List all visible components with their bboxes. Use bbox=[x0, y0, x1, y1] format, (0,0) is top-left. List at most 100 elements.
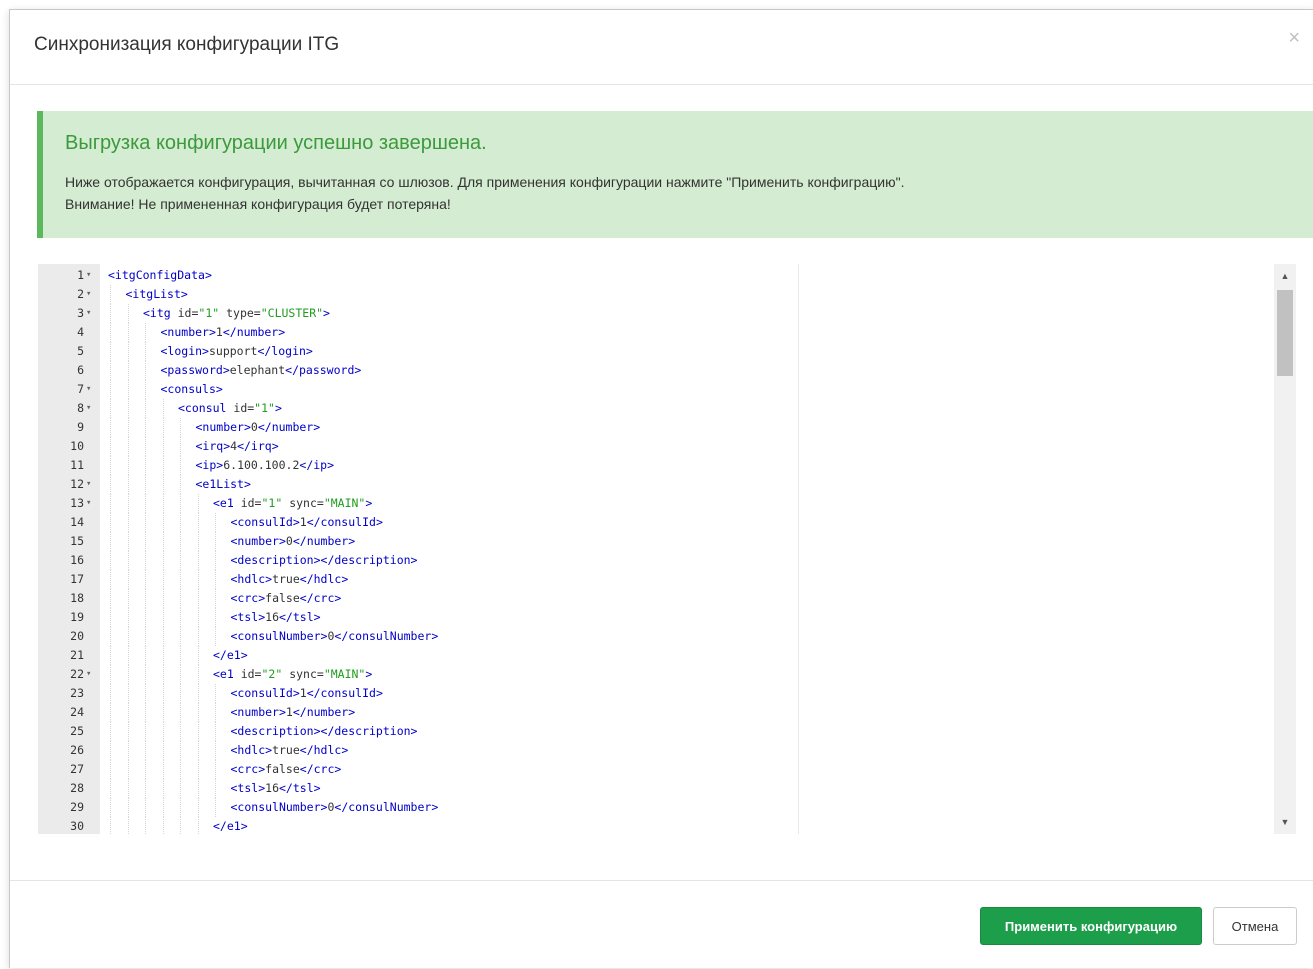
indent-guide bbox=[110, 570, 111, 589]
indent-guide bbox=[110, 779, 111, 798]
code-line: 6 <password>elephant</password> bbox=[38, 361, 1300, 380]
code-text: <e1List> bbox=[195, 477, 251, 491]
fold-toggle-icon[interactable]: ▾ bbox=[86, 266, 96, 285]
indent-guide bbox=[215, 608, 216, 627]
indent-guide bbox=[145, 760, 146, 779]
indent-guide bbox=[127, 551, 129, 570]
code-line: 10 <irq>4</irq> bbox=[38, 437, 1300, 456]
indent-guide bbox=[197, 551, 199, 570]
fold-toggle-icon[interactable]: ▾ bbox=[86, 475, 96, 494]
indent-guide bbox=[197, 760, 199, 779]
indent-guide bbox=[110, 304, 111, 323]
config-code-editor[interactable]: 1 ▾ <itgConfigData> 2 ▾ <itgList> 3 ▾ <itg id="1… bbox=[38, 264, 1300, 834]
editor-scrollbar[interactable]: ▲ ▼ bbox=[1274, 264, 1296, 834]
indent-guide bbox=[197, 627, 199, 646]
indent-guide bbox=[110, 494, 111, 513]
indent-guide bbox=[180, 646, 181, 665]
close-icon[interactable]: × bbox=[1288, 28, 1300, 48]
indent-guide bbox=[145, 437, 146, 456]
line-number: 19 bbox=[70, 610, 84, 624]
scroll-down-arrow-icon[interactable]: ▼ bbox=[1274, 812, 1296, 832]
fold-toggle-icon[interactable]: ▾ bbox=[86, 380, 96, 399]
indent-guide bbox=[180, 779, 181, 798]
fold-toggle-icon[interactable]: ▾ bbox=[86, 399, 96, 418]
indent-guide bbox=[180, 627, 181, 646]
code-text: <itg id="1" type="CLUSTER"> bbox=[143, 306, 330, 320]
indent-guide bbox=[197, 741, 199, 760]
code-text: <login>support</login> bbox=[160, 344, 313, 358]
code-line: 30 </e1> bbox=[38, 817, 1300, 834]
line-number: 1 bbox=[77, 268, 84, 282]
indent-guide bbox=[127, 532, 129, 551]
indent-guide bbox=[162, 703, 164, 722]
code-text: <description></description> bbox=[230, 553, 418, 567]
indent-guide bbox=[197, 684, 199, 703]
line-number: 26 bbox=[70, 743, 84, 757]
indent-guide bbox=[127, 627, 129, 646]
indent-guide bbox=[197, 570, 199, 589]
indent-guide bbox=[215, 513, 216, 532]
indent-guide bbox=[110, 437, 111, 456]
indent-guide bbox=[110, 456, 111, 475]
fold-toggle-icon[interactable]: ▾ bbox=[86, 494, 96, 513]
indent-guide bbox=[127, 779, 129, 798]
indent-guide bbox=[215, 589, 216, 608]
code-line: 28 <tsl>16</tsl> bbox=[38, 779, 1300, 798]
code-line: 7 ▾ <consuls> bbox=[38, 380, 1300, 399]
code-text: <tsl>16</tsl> bbox=[230, 610, 321, 624]
fold-toggle-icon[interactable]: ▾ bbox=[86, 665, 96, 684]
line-number: 29 bbox=[70, 800, 84, 814]
code-line: 24 <number>1</number> bbox=[38, 703, 1300, 722]
indent-guide bbox=[215, 684, 216, 703]
indent-guide bbox=[127, 741, 129, 760]
indent-guide bbox=[127, 608, 129, 627]
indent-guide bbox=[162, 646, 164, 665]
indent-guide bbox=[180, 608, 181, 627]
indent-guide bbox=[110, 361, 111, 380]
dialog-header: Синхронизация конфигурации ITG × bbox=[10, 10, 1313, 85]
line-number: 3 bbox=[77, 306, 84, 320]
indent-guide bbox=[110, 627, 111, 646]
indent-guide bbox=[110, 285, 111, 304]
indent-guide bbox=[110, 342, 111, 361]
code-line: 21 </e1> bbox=[38, 646, 1300, 665]
alert-message: Ниже отображается конфигурация, вычитанн… bbox=[65, 174, 905, 190]
indent-guide bbox=[127, 798, 129, 817]
indent-guide bbox=[127, 646, 129, 665]
cancel-button[interactable]: Отмена bbox=[1213, 907, 1297, 945]
indent-guide bbox=[127, 437, 129, 456]
code-lines[interactable]: 1 ▾ <itgConfigData> 2 ▾ <itgList> 3 ▾ <itg id="1… bbox=[38, 266, 1300, 834]
scrollbar-thumb[interactable] bbox=[1277, 290, 1293, 376]
indent-guide bbox=[162, 722, 164, 741]
apply-config-button[interactable]: Применить конфигурацию bbox=[980, 907, 1202, 945]
indent-guide bbox=[110, 513, 111, 532]
indent-guide bbox=[197, 798, 199, 817]
alert-text: Ниже отображается конфигурация, вычитанн… bbox=[65, 171, 904, 215]
line-number: 7 bbox=[77, 382, 84, 396]
indent-guide bbox=[127, 342, 129, 361]
indent-guide bbox=[145, 475, 146, 494]
indent-guide bbox=[180, 418, 181, 437]
line-number: 10 bbox=[70, 439, 84, 453]
code-line: 9 <number>0</number> bbox=[38, 418, 1300, 437]
scroll-up-arrow-icon[interactable]: ▲ bbox=[1274, 266, 1296, 286]
indent-guide bbox=[180, 570, 181, 589]
code-line: 27 <crc>false</crc> bbox=[38, 760, 1300, 779]
sync-config-dialog: Синхронизация конфигурации ITG × Выгрузк… bbox=[9, 9, 1313, 968]
indent-guide bbox=[127, 418, 129, 437]
fold-toggle-icon[interactable]: ▾ bbox=[86, 285, 96, 304]
indent-guide bbox=[197, 589, 199, 608]
indent-guide bbox=[180, 760, 181, 779]
line-number: 18 bbox=[70, 591, 84, 605]
code-line: 5 <login>support</login> bbox=[38, 342, 1300, 361]
indent-guide bbox=[180, 494, 181, 513]
indent-guide bbox=[145, 323, 146, 342]
indent-guide bbox=[127, 722, 129, 741]
indent-guide bbox=[145, 342, 146, 361]
code-text: <hdlc>true</hdlc> bbox=[230, 572, 349, 586]
indent-guide bbox=[145, 494, 146, 513]
fold-toggle-icon[interactable]: ▾ bbox=[86, 304, 96, 323]
indent-guide bbox=[145, 589, 146, 608]
code-text: <tsl>16</tsl> bbox=[230, 781, 321, 795]
indent-guide bbox=[162, 589, 164, 608]
